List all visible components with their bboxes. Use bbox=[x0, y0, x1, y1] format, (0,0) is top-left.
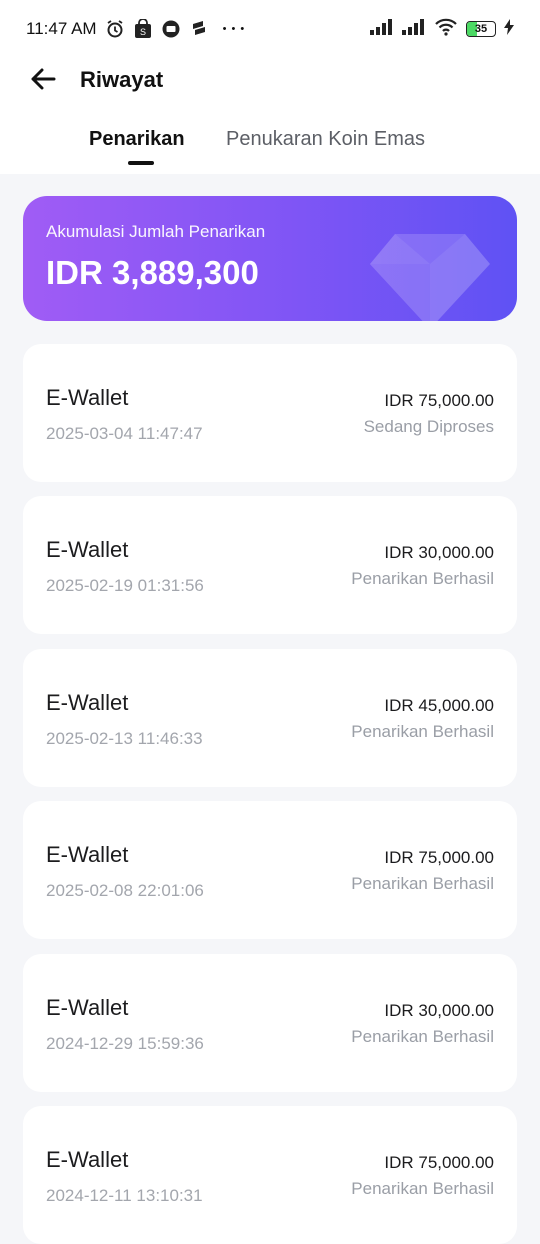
item-method: E-Wallet bbox=[46, 690, 129, 715]
item-method: E-Wallet bbox=[46, 842, 129, 867]
active-tab-indicator bbox=[128, 161, 154, 165]
summary-value: IDR 3,889,300 bbox=[46, 254, 259, 291]
item-date: 2025-02-08 22:01:06 bbox=[46, 881, 204, 900]
back-button[interactable] bbox=[26, 64, 60, 98]
arrow-left-icon bbox=[30, 68, 56, 95]
item-status: Penarikan Berhasil bbox=[351, 1027, 494, 1046]
battery-icon: 35 bbox=[466, 21, 496, 37]
item-date: 2024-12-29 15:59:36 bbox=[46, 1034, 204, 1053]
more-icon: • • • bbox=[222, 23, 246, 35]
status-time: 11:47 AM bbox=[26, 19, 97, 38]
signal-icon bbox=[402, 18, 426, 40]
app-icon bbox=[189, 19, 209, 39]
item-method: E-Wallet bbox=[46, 537, 129, 562]
page-title: Riwayat bbox=[80, 67, 164, 92]
item-amount: IDR 45,000.00 bbox=[384, 696, 494, 715]
item-status: Penarikan Berhasil bbox=[351, 1179, 494, 1198]
item-status: Sedang Diproses bbox=[363, 417, 494, 436]
tab-bar: Penarikan Penukaran Koin Emas bbox=[0, 124, 540, 174]
item-status: Penarikan Berhasil bbox=[351, 874, 494, 893]
item-method: E-Wallet bbox=[46, 995, 129, 1020]
item-method: E-Wallet bbox=[46, 1147, 129, 1172]
list-item[interactable]: E-Wallet 2025-03-04 11:47:47 IDR 75,000.… bbox=[23, 344, 517, 482]
item-date: 2024-12-11 13:10:31 bbox=[46, 1186, 203, 1205]
status-right: 35 bbox=[370, 18, 514, 41]
battery-level: 35 bbox=[474, 23, 488, 35]
item-date: 2025-03-04 11:47:47 bbox=[46, 424, 203, 443]
item-date: 2025-02-19 01:31:56 bbox=[46, 576, 204, 595]
gem-icon bbox=[370, 234, 490, 321]
item-date: 2025-02-13 11:46:33 bbox=[46, 729, 203, 748]
list-item[interactable]: E-Wallet 2024-12-11 13:10:31 IDR 75,000.… bbox=[23, 1106, 517, 1244]
charging-icon bbox=[504, 18, 514, 40]
status-left: 11:47 AM S • • • bbox=[26, 19, 245, 39]
list-item[interactable]: E-Wallet 2025-02-13 11:46:33 IDR 45,000.… bbox=[23, 649, 517, 787]
summary-card: Akumulasi Jumlah Penarikan IDR 3,889,300 bbox=[23, 196, 517, 321]
item-amount: IDR 30,000.00 bbox=[384, 1001, 494, 1020]
item-amount: IDR 75,000.00 bbox=[384, 848, 494, 867]
alarm-icon bbox=[105, 19, 125, 39]
item-status: Penarikan Berhasil bbox=[351, 722, 494, 741]
item-status: Penarikan Berhasil bbox=[351, 569, 494, 588]
item-amount: IDR 30,000.00 bbox=[384, 543, 494, 562]
wifi-icon bbox=[434, 18, 458, 41]
summary-label: Akumulasi Jumlah Penarikan bbox=[46, 222, 266, 241]
svg-text:S: S bbox=[140, 27, 146, 37]
status-bar: 11:47 AM S • • • 35 bbox=[0, 0, 540, 58]
list-item[interactable]: E-Wallet 2025-02-19 01:31:56 IDR 30,000.… bbox=[23, 496, 517, 634]
shop-icon: S bbox=[133, 19, 153, 39]
item-method: E-Wallet bbox=[46, 385, 129, 410]
header: Riwayat Penarikan Penukaran Koin Emas bbox=[0, 58, 540, 174]
list-item[interactable]: E-Wallet 2024-12-29 15:59:36 IDR 30,000.… bbox=[23, 954, 517, 1092]
item-amount: IDR 75,000.00 bbox=[384, 1153, 494, 1172]
tab-penukaran-koin-emas[interactable]: Penukaran Koin Emas bbox=[226, 128, 425, 151]
item-amount: IDR 75,000.00 bbox=[384, 391, 494, 410]
signal-icon bbox=[370, 18, 394, 40]
list-item[interactable]: E-Wallet 2025-02-08 22:01:06 IDR 75,000.… bbox=[23, 801, 517, 939]
tab-penarikan[interactable]: Penarikan bbox=[89, 128, 185, 151]
message-icon bbox=[161, 19, 181, 39]
